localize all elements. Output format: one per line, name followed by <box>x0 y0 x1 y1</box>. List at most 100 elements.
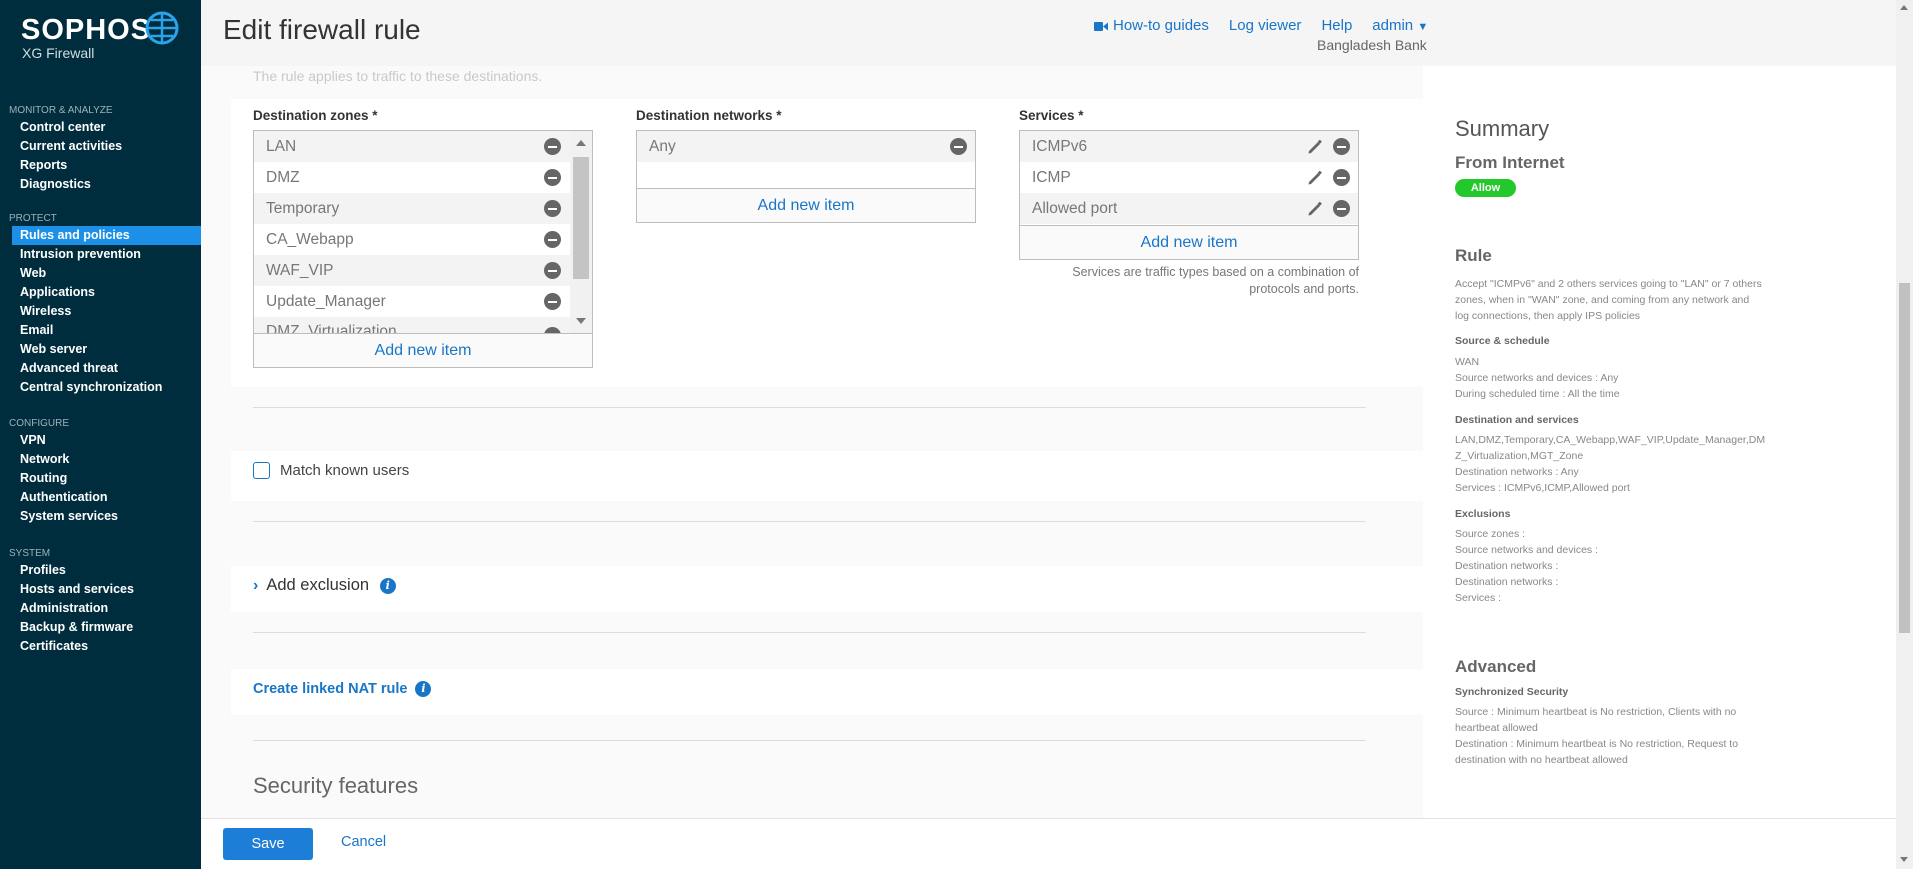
remove-icon[interactable] <box>544 200 561 217</box>
add-exclusion-toggle[interactable]: › Add exclusion i <box>253 576 396 595</box>
nav-item-backup-firmware[interactable]: Backup & firmware <box>0 618 201 637</box>
nav-item-routing[interactable]: Routing <box>0 469 201 488</box>
nav-item-authentication[interactable]: Authentication <box>0 488 201 507</box>
list-item: Any <box>637 131 975 162</box>
cancel-button[interactable]: Cancel <box>341 834 386 850</box>
scroll-down-icon[interactable] <box>576 318 586 324</box>
add-zone-button[interactable]: Add new item <box>254 333 592 367</box>
list-item: ICMPv6 <box>1020 131 1358 162</box>
summary-rule-name: From Internet <box>1455 153 1565 172</box>
log-viewer-link[interactable]: Log viewer <box>1229 17 1302 34</box>
summary-line: Source : Minimum heartbeat is No restric… <box>1455 706 1737 734</box>
nav-item-central-synchronization[interactable]: Central synchronization <box>0 378 201 397</box>
remove-icon[interactable] <box>544 138 561 155</box>
edit-icon[interactable] <box>1306 169 1324 187</box>
nav-item-reports[interactable]: Reports <box>0 156 201 175</box>
info-icon[interactable]: i <box>415 681 432 697</box>
list-item: WAF_VIP <box>254 255 592 286</box>
summary-line: Source networks and devices : Any <box>1455 372 1619 384</box>
nav-item-advanced-threat[interactable]: Advanced threat <box>0 359 201 378</box>
nav-section-configure: CONFIGURE VPN Network Routing Authentica… <box>0 416 201 526</box>
summary-line: Destination networks : <box>1455 576 1559 588</box>
section-description: The rule applies to traffic to these des… <box>253 68 543 84</box>
page-scrollbar[interactable] <box>1896 0 1913 869</box>
destination-networks-list: Any Add new item <box>636 130 976 223</box>
nav-item-vpn[interactable]: VPN <box>0 431 201 450</box>
remove-icon[interactable] <box>544 293 561 310</box>
services-help-line: protocols and ports. <box>1249 282 1359 296</box>
organization-name: Bangladesh Bank <box>1317 37 1427 53</box>
add-service-button[interactable]: Add new item <box>1020 225 1358 259</box>
nav-item-profiles[interactable]: Profiles <box>0 561 201 580</box>
nav-item-administration[interactable]: Administration <box>0 599 201 618</box>
match-known-users-checkbox[interactable] <box>253 462 270 479</box>
user-menu[interactable]: admin ▼ <box>1372 17 1428 34</box>
nav-item-web-server[interactable]: Web server <box>0 340 201 359</box>
how-to-guides-link[interactable]: How-to guides <box>1094 17 1209 34</box>
summary-title: Summary <box>1455 116 1550 141</box>
summary-panel: Summary From Internet Allow Rule Accept … <box>1423 66 1896 818</box>
exclusions-details: Source zones : Source networks and devic… <box>1455 526 1775 606</box>
nav-heading: MONITOR & ANALYZE <box>9 105 113 116</box>
scroll-thumb[interactable] <box>1899 283 1910 633</box>
nav-item-applications[interactable]: Applications <box>0 283 201 302</box>
page-title: Edit firewall rule <box>223 14 421 45</box>
synchronized-security-details: Source : Minimum heartbeat is No restric… <box>1455 704 1775 768</box>
globe-icon <box>145 11 179 45</box>
save-button[interactable]: Save <box>223 828 313 860</box>
nav-item-system-services[interactable]: System services <box>0 507 201 526</box>
source-schedule-details: WAN Source networks and devices : Any Du… <box>1455 354 1775 402</box>
nav-item-current-activities[interactable]: Current activities <box>0 137 201 156</box>
scroll-thumb[interactable] <box>573 157 589 279</box>
remove-icon[interactable] <box>950 138 967 155</box>
source-schedule-heading: Source & schedule <box>1455 335 1550 347</box>
summary-line: Services : <box>1455 592 1502 604</box>
zones-scrollbar[interactable] <box>570 131 592 334</box>
summary-line: WAN <box>1455 356 1480 368</box>
remove-icon[interactable] <box>544 262 561 279</box>
edit-icon[interactable] <box>1306 200 1324 218</box>
service-name: ICMPv6 <box>1032 138 1088 155</box>
destination-services-details: LAN,DMZ,Temporary,CA_Webapp,WAF_VIP,Upda… <box>1455 432 1771 496</box>
add-network-button[interactable]: Add new item <box>637 188 975 222</box>
remove-icon[interactable] <box>1333 200 1350 217</box>
list-item: ICMP <box>1020 162 1358 193</box>
nav-item-certificates[interactable]: Certificates <box>0 637 201 656</box>
remove-icon[interactable] <box>544 231 561 248</box>
nav-item-control-center[interactable]: Control center <box>0 118 201 137</box>
network-name: Any <box>649 138 676 155</box>
advanced-heading: Advanced <box>1455 657 1537 676</box>
nav-section-system: SYSTEM Profiles Hosts and services Admin… <box>0 546 201 656</box>
scroll-up-icon[interactable] <box>576 140 586 146</box>
remove-icon[interactable] <box>544 169 561 186</box>
scroll-up-icon[interactable] <box>1900 5 1908 10</box>
match-users-panel: Match known users <box>231 451 1423 501</box>
zone-name: Temporary <box>266 200 340 217</box>
how-to-guides-label: How-to guides <box>1113 17 1209 34</box>
destination-panel: Destination zones * LAN DMZ Temporary CA… <box>231 99 1423 387</box>
scroll-down-icon[interactable] <box>1900 857 1908 862</box>
zone-name: WAF_VIP <box>266 262 334 279</box>
remove-icon[interactable] <box>1333 138 1350 155</box>
help-link[interactable]: Help <box>1321 17 1352 34</box>
nav-item-intrusion-prevention[interactable]: Intrusion prevention <box>0 245 201 264</box>
remove-icon[interactable] <box>1333 169 1350 186</box>
nav-item-network[interactable]: Network <box>0 450 201 469</box>
nav-item-rules-and-policies[interactable]: Rules and policies <box>12 226 201 245</box>
services-help-line: Services are traffic types based on a co… <box>1072 265 1359 279</box>
summary-line: LAN,DMZ,Temporary,CA_Webapp,WAF_VIP,Upda… <box>1455 434 1766 462</box>
nav-item-web[interactable]: Web <box>0 264 201 283</box>
info-icon[interactable]: i <box>379 578 396 594</box>
nav-item-wireless[interactable]: Wireless <box>0 302 201 321</box>
chevron-right-icon: › <box>253 577 259 594</box>
zone-name: CA_Webapp <box>266 231 354 248</box>
create-linked-nat-rule-link[interactable]: Create linked NAT rule i <box>253 681 432 697</box>
edit-icon[interactable] <box>1306 138 1324 156</box>
destination-zones-list: LAN DMZ Temporary CA_Webapp WAF_VIP Upda… <box>253 130 593 368</box>
nav-item-diagnostics[interactable]: Diagnostics <box>0 175 201 194</box>
nav-item-hosts-and-services[interactable]: Hosts and services <box>0 580 201 599</box>
match-known-users-label: Match known users <box>280 462 410 479</box>
destination-services-heading: Destination and services <box>1455 414 1579 426</box>
zone-name: DMZ <box>266 169 300 186</box>
nav-item-email[interactable]: Email <box>0 321 201 340</box>
